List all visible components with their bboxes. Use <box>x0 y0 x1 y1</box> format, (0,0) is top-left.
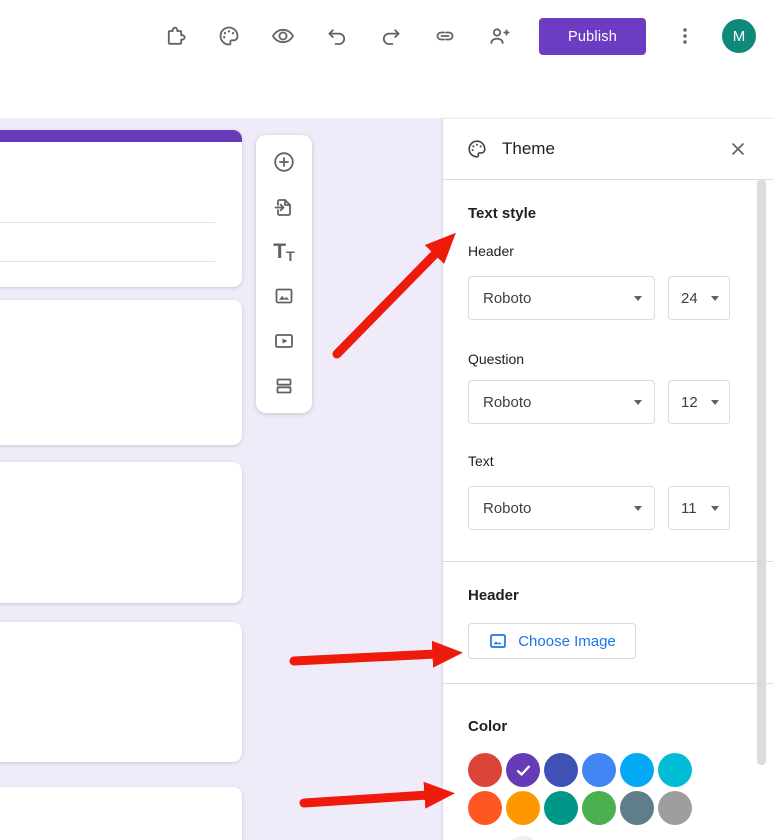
color-swatch[interactable] <box>468 791 502 825</box>
add-collaborators-icon[interactable] <box>487 24 511 48</box>
chevron-down-icon <box>634 296 642 301</box>
form-canvas: TT <box>0 118 443 840</box>
panel-title: Theme <box>502 139 727 159</box>
close-icon[interactable] <box>727 138 749 160</box>
question-card[interactable] <box>0 462 242 603</box>
copy-link-icon[interactable] <box>433 24 457 48</box>
import-questions-icon[interactable] <box>272 195 296 219</box>
chevron-down-icon <box>711 296 719 301</box>
image-icon <box>488 631 508 651</box>
color-swatch[interactable] <box>582 791 616 825</box>
color-section-title: Color <box>468 718 748 735</box>
color-swatch[interactable] <box>468 753 502 787</box>
text-font-value: Roboto <box>483 500 634 517</box>
chevron-down-icon <box>711 506 719 511</box>
form-accent-bar <box>0 130 242 142</box>
account-avatar[interactable]: M <box>722 19 756 53</box>
form-header-card[interactable] <box>0 130 242 287</box>
color-swatch[interactable] <box>544 791 578 825</box>
choose-image-label: Choose Image <box>518 633 616 650</box>
chevron-down-icon <box>634 400 642 405</box>
question-size-select[interactable]: 12 <box>668 380 730 424</box>
text-style-section-title: Text style <box>468 205 748 222</box>
header-size-value: 24 <box>681 290 711 307</box>
question-size-value: 12 <box>681 394 711 411</box>
add-title-glyph-small: T <box>286 248 295 264</box>
question-card[interactable] <box>0 622 242 762</box>
theme-panel: Theme Text style Header Roboto 24 Questi… <box>443 118 773 840</box>
section-divider <box>443 683 773 684</box>
question-card[interactable] <box>0 787 242 840</box>
color-swatch[interactable] <box>582 753 616 787</box>
color-swatch[interactable] <box>658 791 692 825</box>
question-toolbar: TT <box>256 135 312 413</box>
panel-scrollbar-thumb[interactable] <box>757 179 766 765</box>
add-question-icon[interactable] <box>272 150 296 174</box>
color-swatch-partial[interactable] <box>506 836 540 840</box>
chevron-down-icon <box>634 506 642 511</box>
text-font-label: Text <box>468 453 748 469</box>
preview-icon[interactable] <box>271 24 295 48</box>
top-bar-icon-group <box>163 24 511 48</box>
add-title-glyph-big: T <box>273 240 286 264</box>
color-swatch[interactable] <box>620 791 654 825</box>
title-field-underline <box>0 222 215 223</box>
customize-theme-icon[interactable] <box>217 24 241 48</box>
color-swatch-grid <box>468 753 692 825</box>
top-bar: Publish M <box>0 0 773 118</box>
header-size-select[interactable]: 24 <box>668 276 730 320</box>
text-font-select[interactable]: Roboto <box>468 486 655 530</box>
color-swatch[interactable] <box>658 753 692 787</box>
theme-panel-header: Theme <box>443 119 773 180</box>
add-title-icon[interactable]: TT <box>272 240 296 264</box>
add-video-icon[interactable] <box>272 329 296 353</box>
header-font-select[interactable]: Roboto <box>468 276 655 320</box>
check-icon <box>513 760 534 781</box>
palette-icon <box>466 138 488 160</box>
kebab-menu-icon[interactable] <box>673 24 697 48</box>
chevron-down-icon <box>711 400 719 405</box>
addons-icon[interactable] <box>163 24 187 48</box>
question-font-value: Roboto <box>483 394 634 411</box>
question-font-select[interactable]: Roboto <box>468 380 655 424</box>
color-swatch[interactable] <box>620 753 654 787</box>
add-image-icon[interactable] <box>272 284 296 308</box>
color-swatch[interactable] <box>544 753 578 787</box>
text-size-value: 11 <box>681 500 711 517</box>
redo-icon[interactable] <box>379 24 403 48</box>
question-card[interactable] <box>0 300 242 445</box>
header-font-value: Roboto <box>483 290 634 307</box>
question-font-label: Question <box>468 351 748 367</box>
publish-button[interactable]: Publish <box>539 18 646 55</box>
header-section-title: Header <box>468 587 748 604</box>
header-font-label: Header <box>468 243 748 259</box>
description-field-underline <box>0 261 215 262</box>
text-size-select[interactable]: 11 <box>668 486 730 530</box>
color-swatch-selected[interactable] <box>506 753 540 787</box>
add-section-icon[interactable] <box>272 374 296 398</box>
undo-icon[interactable] <box>325 24 349 48</box>
section-divider <box>443 561 773 562</box>
choose-image-button[interactable]: Choose Image <box>468 623 636 659</box>
color-swatch[interactable] <box>506 791 540 825</box>
